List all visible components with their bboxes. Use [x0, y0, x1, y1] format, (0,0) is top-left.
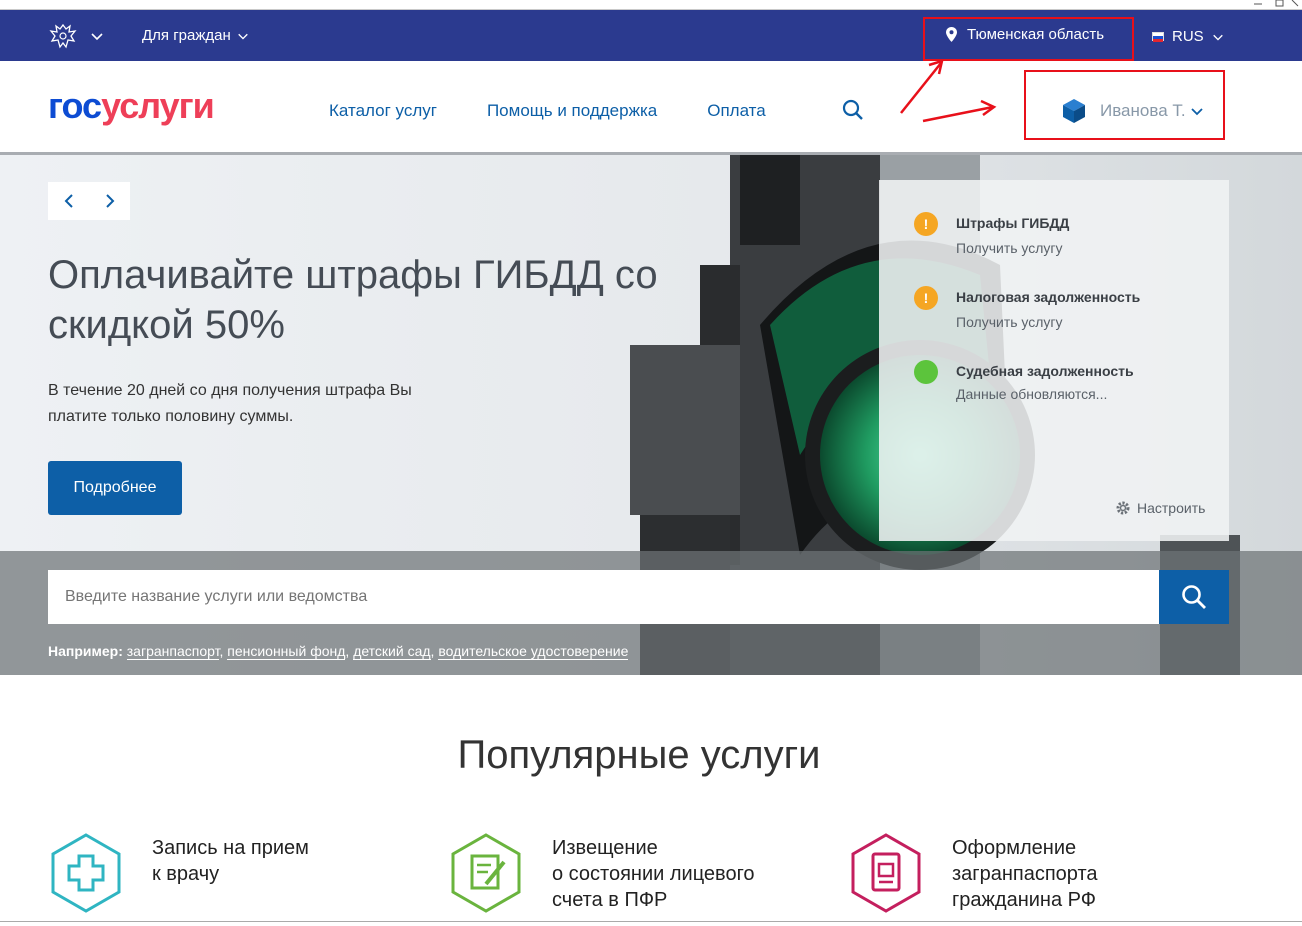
example-link[interactable]: загранпаспорт — [126, 643, 220, 660]
window-controls-icon — [1254, 0, 1299, 7]
annotation-arrows — [900, 59, 997, 123]
nav-help[interactable]: Помощь и поддержка — [487, 101, 657, 121]
chevron-right-icon — [105, 194, 114, 208]
configure-label: Настроить — [1137, 500, 1206, 516]
russian-flag-icon — [1152, 32, 1164, 42]
service-label: Оформление загранпаспорта гражданина РФ — [952, 835, 1098, 913]
chevron-down-icon[interactable] — [90, 29, 104, 43]
status-ok-icon — [914, 360, 938, 384]
panel-item-title: Налоговая задолженность — [956, 289, 1141, 305]
window-bottom-edge — [0, 921, 1302, 922]
configure-button[interactable]: Настроить — [1115, 500, 1205, 516]
language-selector[interactable]: RUS — [1152, 28, 1224, 45]
service-label: Извещение о состоянии лицевого счета в П… — [552, 835, 755, 913]
document-edit-icon — [451, 833, 521, 913]
service-label-line: Извещение — [552, 837, 658, 859]
example-link[interactable]: пенсионный фонд — [227, 643, 346, 660]
panel-item-title: Штрафы ГИБДД — [956, 215, 1070, 231]
service-search-band: Например: загранпаспорт, пенсионный фонд… — [0, 551, 1302, 675]
citizens-menu[interactable]: Для граждан — [142, 27, 249, 44]
main-navigation: Каталог услуг Помощь и поддержка Оплата — [329, 101, 766, 121]
service-label-line: Оформление — [952, 837, 1077, 859]
logo-part-uslugi: услуги — [101, 85, 215, 126]
citizens-menu-label: Для граждан — [142, 27, 231, 44]
service-search-button[interactable] — [1159, 570, 1229, 624]
popular-services-title: Популярные услуги — [457, 733, 821, 777]
gosuslugi-logo[interactable]: госуслуги — [48, 85, 215, 127]
panel-item-subtitle: Получить услугу — [956, 240, 1063, 256]
search-icon[interactable] — [842, 99, 864, 121]
panel-item-subtitle: Данные обновляются... — [956, 386, 1108, 402]
service-label-line: загранпаспорта — [952, 863, 1098, 885]
slider-controls — [48, 182, 130, 220]
nav-payment[interactable]: Оплата — [707, 101, 765, 121]
hero-description: В течение 20 дней со дня получения штраф… — [48, 382, 412, 425]
search-examples: Например: загранпаспорт, пенсионный фонд… — [48, 643, 629, 660]
service-label-line: Запись на прием — [152, 837, 309, 859]
window-frame-top — [0, 0, 1302, 10]
annotation-highlight-user — [1024, 70, 1225, 140]
examples-label: Например: — [48, 643, 123, 659]
warning-icon: ! — [914, 286, 938, 310]
passport-icon — [851, 833, 921, 913]
nav-catalog[interactable]: Каталог услуг — [329, 101, 437, 121]
language-label: RUS — [1172, 28, 1204, 45]
more-details-button[interactable]: Подробнее — [48, 461, 182, 515]
search-icon — [1182, 585, 1206, 609]
example-link[interactable]: водительское удостоверение — [438, 643, 629, 660]
service-label: Запись на прием к врачу — [152, 835, 309, 887]
service-label-line: счета в ПФР — [552, 889, 668, 911]
service-label-line: гражданина РФ — [952, 889, 1096, 911]
service-label-line: о состоянии лицевого — [552, 863, 755, 885]
medical-cross-icon — [51, 833, 121, 913]
service-search-input[interactable] — [48, 570, 1159, 624]
example-link[interactable]: детский сад — [353, 643, 431, 660]
chevron-down-icon — [238, 33, 248, 40]
panel-item-subtitle: Получить услугу — [956, 314, 1063, 330]
hero-title: Оплачивайте штрафы ГИБДД со скидкой 50% — [48, 253, 658, 347]
chevron-left-icon — [64, 194, 73, 208]
slider-next-button[interactable] — [89, 182, 130, 220]
warning-icon: ! — [914, 212, 938, 236]
personal-status-panel: ! Штрафы ГИБДД Получить услугу ! Налогов… — [879, 180, 1229, 541]
logo-part-gos: гос — [48, 85, 102, 126]
gear-icon — [1116, 501, 1130, 515]
chevron-down-icon — [1212, 34, 1223, 41]
service-label-line: к врачу — [152, 863, 220, 885]
hero-banner: Оплачивайте штрафы ГИБДД со скидкой 50% … — [0, 152, 1302, 675]
panel-item-title: Судебная задолженность — [956, 363, 1134, 379]
coat-of-arms-icon[interactable] — [48, 22, 78, 50]
slider-prev-button[interactable] — [48, 182, 89, 220]
